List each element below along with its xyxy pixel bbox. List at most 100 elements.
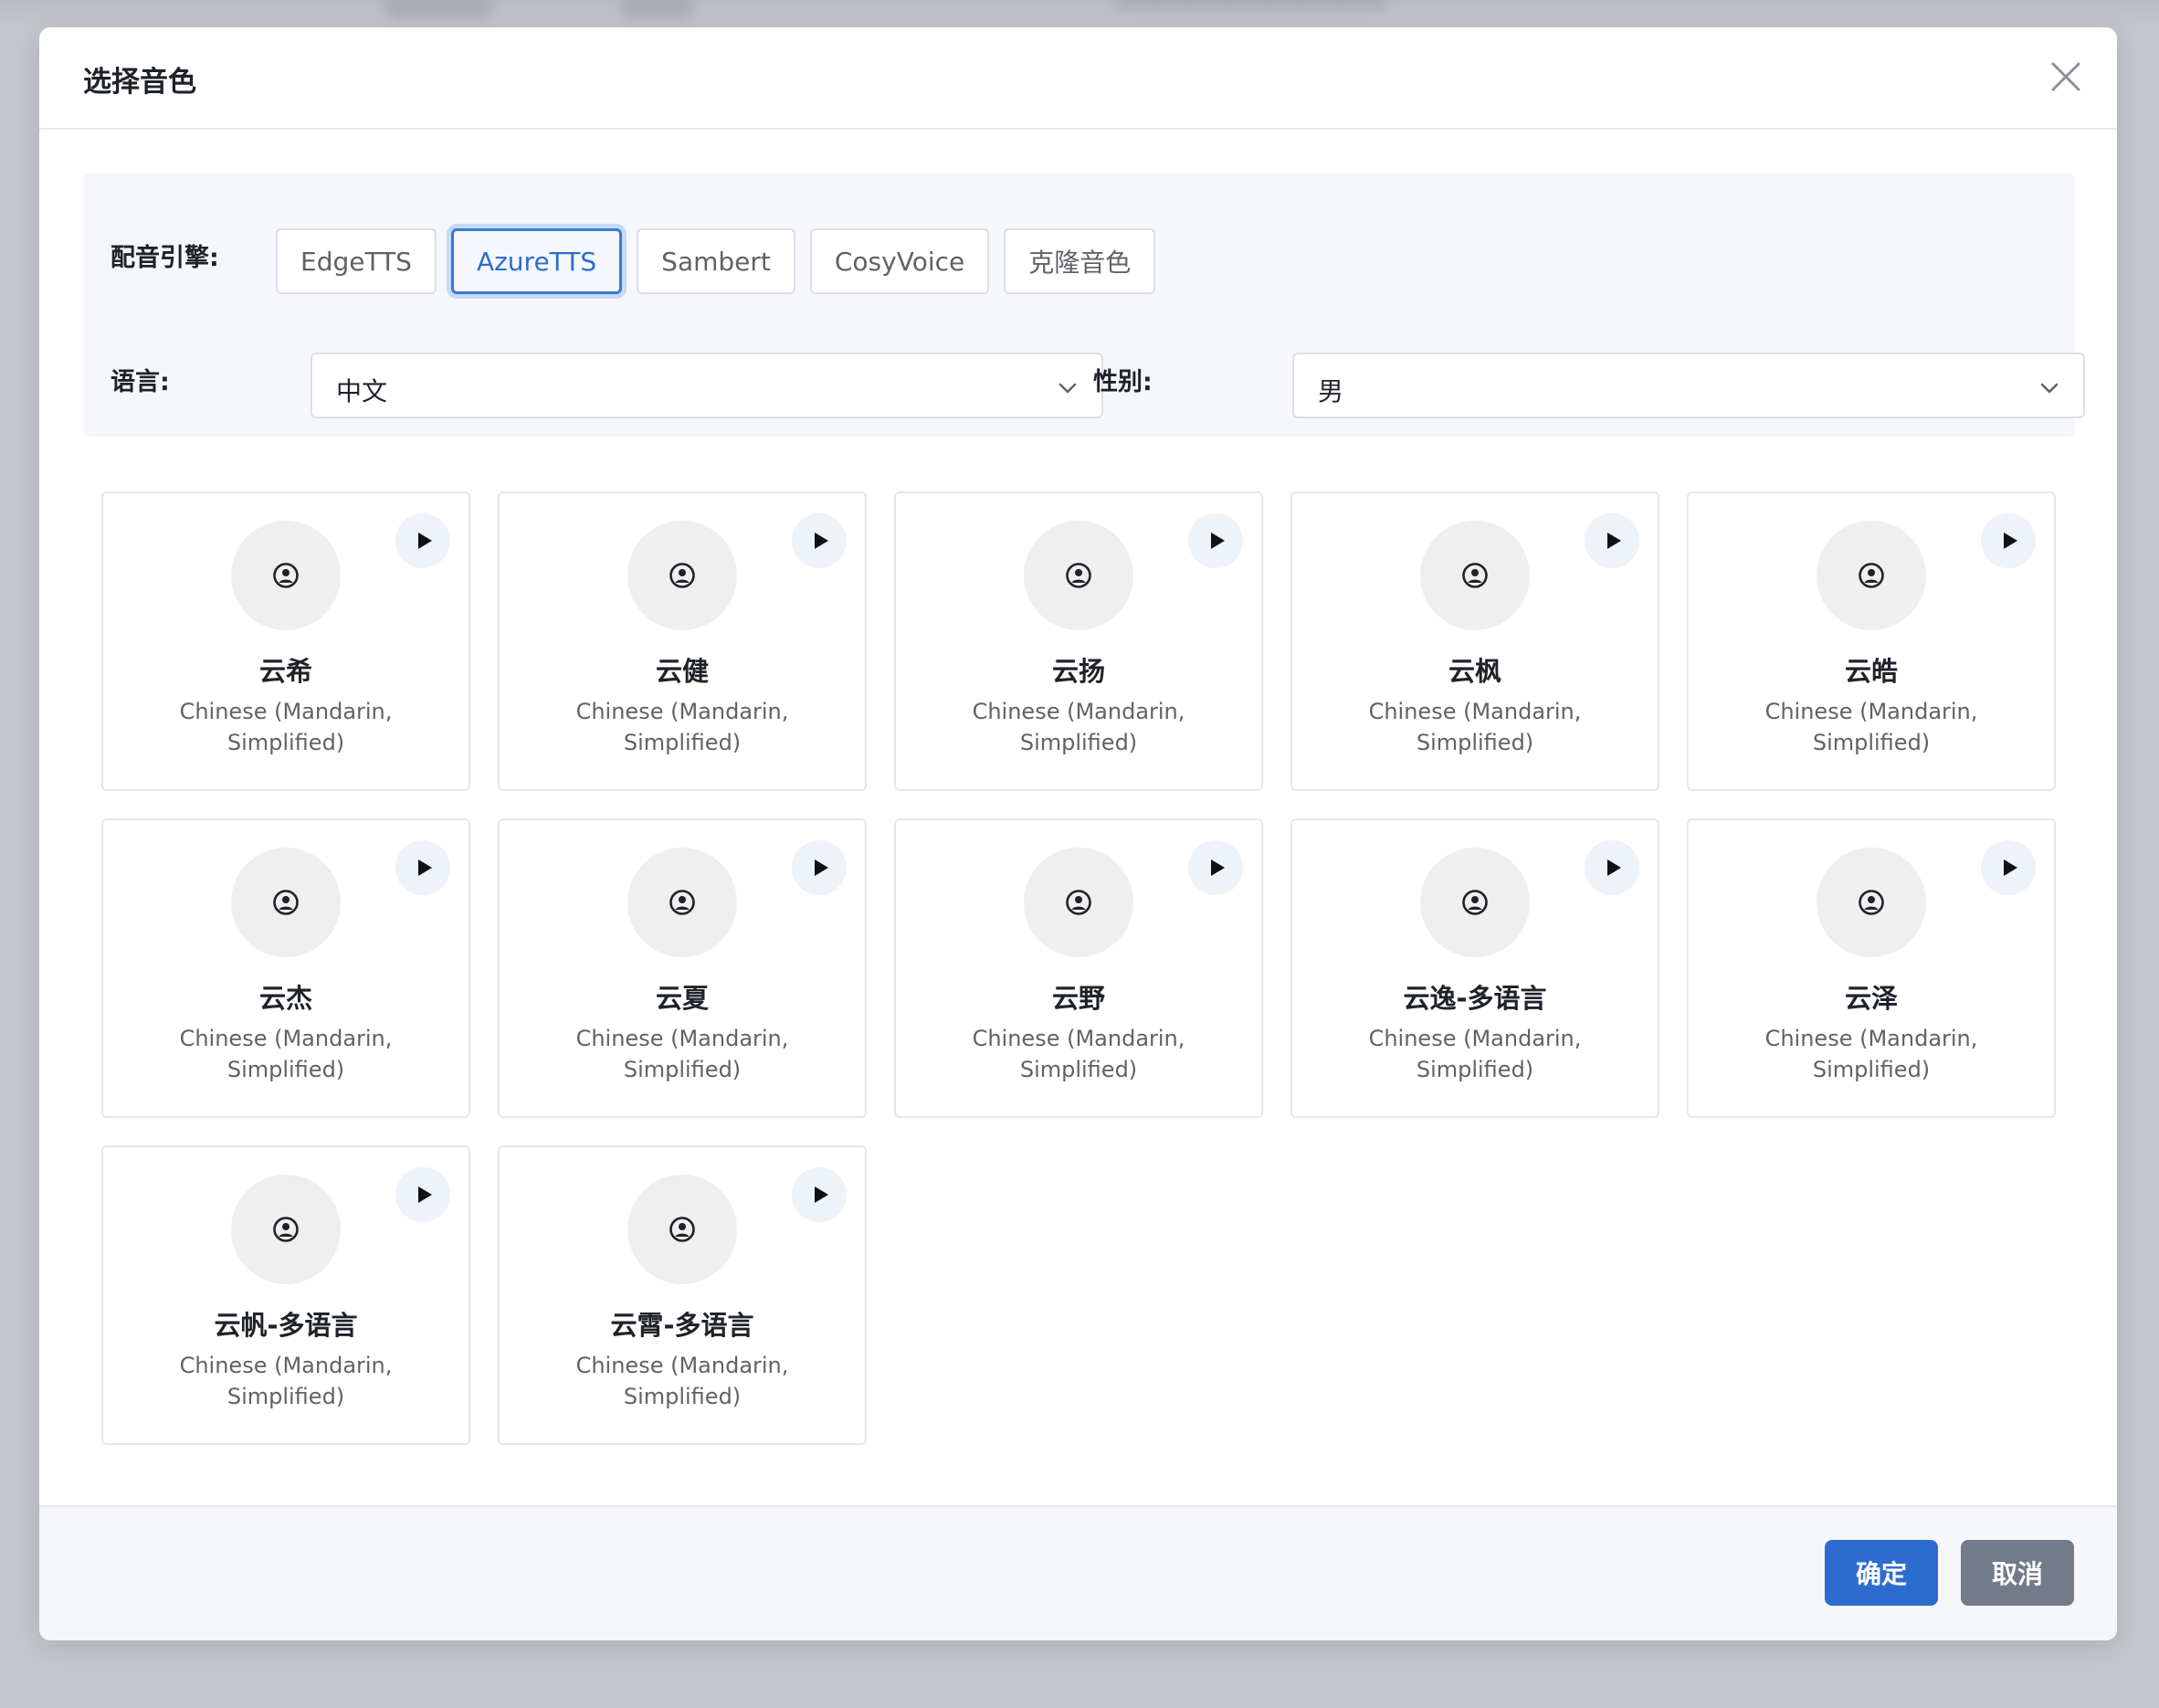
engine-tabs: EdgeTTS AzureTTS Sambert CosyVoice 克隆音色 [276,228,1156,294]
play-icon [2003,859,2017,876]
language-select[interactable]: 中文 [311,353,1103,418]
user-circle-icon [273,1217,299,1242]
play-icon [1210,532,1225,549]
voice-language: Chinese (Mandarin, Simplified) [1368,699,1582,755]
play-icon [1606,859,1621,876]
play-button[interactable] [792,840,847,895]
background-blur [1114,0,1388,9]
voice-card[interactable]: 云杰 Chinese (Mandarin, Simplified) [101,818,470,1118]
gender-select[interactable]: 男 [1292,353,2085,418]
play-button[interactable] [1585,513,1639,568]
play-button[interactable] [1585,840,1639,895]
user-circle-icon [273,563,299,588]
voice-name: 云希 [258,656,312,687]
user-circle-icon [669,1217,695,1242]
engine-tab-cosyvoice[interactable]: CosyVoice [809,228,990,294]
play-button[interactable] [395,1167,450,1222]
avatar [1817,848,1926,957]
gender-select-value: 男 [1318,376,1344,406]
user-circle-icon [273,890,299,915]
language-label: 语言: [111,368,170,396]
voice-name: 云霄-多语言 [610,1310,754,1341]
play-icon [1210,859,1225,876]
voice-name: 云健 [655,656,709,687]
voice-card[interactable]: 云皓 Chinese (Mandarin, Simplified) [1687,491,2056,791]
play-button[interactable] [395,513,450,568]
voice-name: 云泽 [1844,983,1898,1014]
voice-language: Chinese (Mandarin, Simplified) [179,1026,393,1082]
voice-language: Chinese (Mandarin, Simplified) [1764,699,1978,755]
voice-name: 云夏 [655,983,709,1014]
engine-tab-edgetts[interactable]: EdgeTTS [276,228,437,294]
voice-language: Chinese (Mandarin, Simplified) [575,1026,789,1082]
voice-card[interactable]: 云霄-多语言 Chinese (Mandarin, Simplified) [498,1145,867,1445]
voice-name: 云枫 [1448,656,1501,687]
play-button[interactable] [1188,513,1243,568]
voice-card[interactable]: 云帆-多语言 Chinese (Mandarin, Simplified) [101,1145,470,1445]
voice-language: Chinese (Mandarin, Simplified) [575,699,789,755]
play-icon [417,532,432,549]
gender-label: 性别: [1093,368,1153,396]
avatar [627,848,737,957]
play-icon [417,1186,432,1203]
play-icon [814,859,828,876]
user-circle-icon [1859,563,1884,588]
background-blur [621,0,694,18]
engine-tab-azuretts[interactable]: AzureTTS [450,228,623,294]
avatar [231,521,341,630]
cancel-button[interactable]: 取消 [1961,1540,2074,1606]
user-circle-icon [1066,890,1091,915]
voice-language: Chinese (Mandarin, Simplified) [1764,1026,1978,1082]
avatar [1024,521,1133,630]
avatar [1817,521,1926,630]
play-button[interactable] [792,1167,847,1222]
avatar [1420,521,1530,630]
user-circle-icon [669,563,695,588]
background-blur [384,0,493,18]
dialog-title: 选择音色 [83,66,196,99]
close-button[interactable] [2049,60,2082,93]
voice-card[interactable]: 云泽 Chinese (Mandarin, Simplified) [1687,818,2056,1118]
engine-label: 配音引擎: [111,244,219,272]
play-icon [814,532,828,549]
close-icon [2051,62,2080,91]
voice-name: 云扬 [1051,656,1105,687]
voice-language: Chinese (Mandarin, Simplified) [575,1353,789,1409]
play-button[interactable] [1188,840,1243,895]
play-button[interactable] [1981,840,2036,895]
voice-card[interactable]: 云枫 Chinese (Mandarin, Simplified) [1290,491,1659,791]
chevron-down-icon [2040,383,2059,394]
voice-select-dialog: 选择音色 配音引擎: EdgeTTS AzureTTS Sambert CosyVoi… [39,27,2117,1640]
avatar [231,848,341,957]
voice-name: 云杰 [258,983,312,1014]
background-strip [0,0,2159,27]
voice-language: Chinese (Mandarin, Simplified) [179,699,393,755]
voice-card[interactable]: 云希 Chinese (Mandarin, Simplified) [101,491,470,791]
engine-tab-sambert[interactable]: Sambert [637,228,795,294]
play-button[interactable] [1981,513,2036,568]
play-icon [814,1186,828,1203]
filter-panel: 配音引擎: EdgeTTS AzureTTS Sambert CosyVoice 克隆音… [83,174,2085,437]
voice-card[interactable]: 云逸-多语言 Chinese (Mandarin, Simplified) [1290,818,1659,1118]
engine-tab-克隆音色[interactable]: 克隆音色 [1004,228,1156,294]
voice-name: 云逸-多语言 [1403,983,1547,1014]
play-icon [417,859,432,876]
dialog-footer: 确定 取消 [39,1505,2117,1640]
avatar [1420,848,1530,957]
avatar [627,1175,737,1284]
confirm-button[interactable]: 确定 [1825,1540,1938,1606]
user-circle-icon [1462,890,1488,915]
voice-card[interactable]: 云夏 Chinese (Mandarin, Simplified) [498,818,867,1118]
user-circle-icon [1066,563,1091,588]
play-button[interactable] [792,513,847,568]
voice-grid: 云希 Chinese (Mandarin, Simplified) 云健 Chines… [101,491,2059,1445]
voice-card[interactable]: 云扬 Chinese (Mandarin, Simplified) [894,491,1263,791]
voice-language: Chinese (Mandarin, Simplified) [179,1353,393,1409]
language-select-value: 中文 [336,376,388,406]
avatar [231,1175,341,1284]
play-icon [1606,532,1621,549]
voice-card[interactable]: 云健 Chinese (Mandarin, Simplified) [498,491,867,791]
voice-name: 云皓 [1844,656,1898,687]
voice-card[interactable]: 云野 Chinese (Mandarin, Simplified) [894,818,1263,1118]
play-button[interactable] [395,840,450,895]
